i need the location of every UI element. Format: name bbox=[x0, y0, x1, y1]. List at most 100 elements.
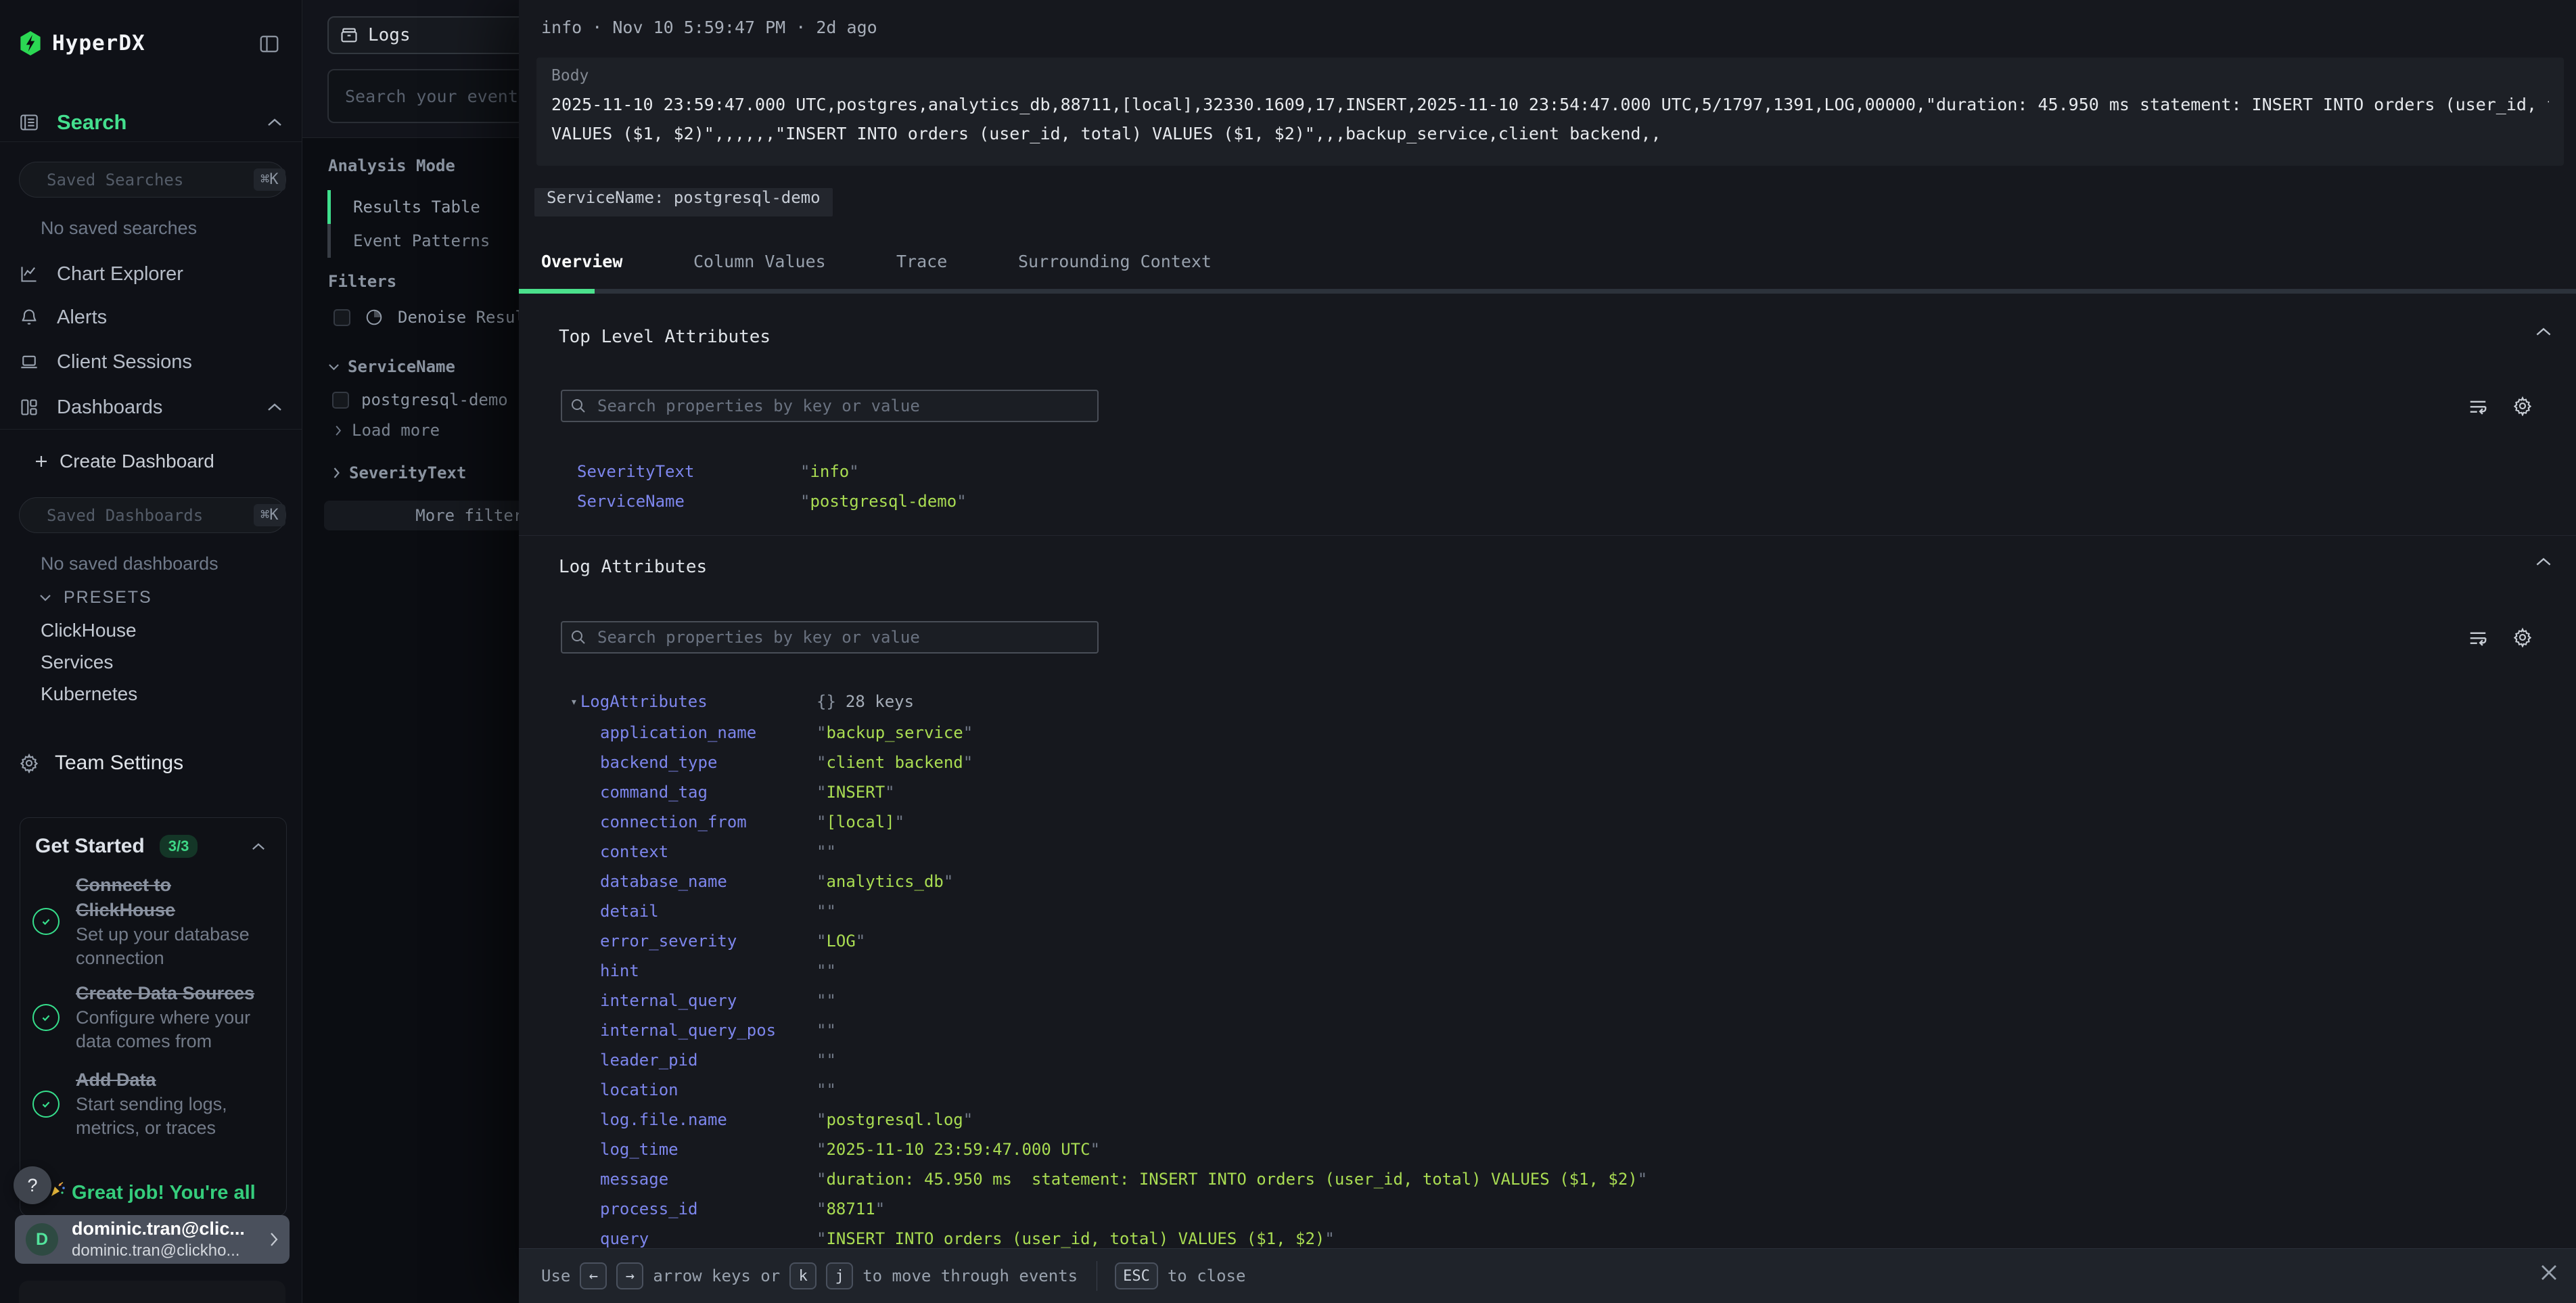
gear-icon[interactable] bbox=[2512, 627, 2533, 647]
sidebar: HyperDX Search ⌘K bbox=[0, 0, 302, 1303]
attribute-key: application_name bbox=[600, 723, 816, 742]
attribute-key: connection_from bbox=[600, 813, 816, 831]
saved-dashboards-button[interactable]: ⌘K bbox=[19, 497, 286, 533]
team-settings-button[interactable]: Team Settings bbox=[19, 750, 183, 777]
log-attributes-root-row[interactable]: ▾ LogAttributes {} 28 keys bbox=[519, 687, 2007, 716]
arrow-left-key[interactable]: ← bbox=[580, 1262, 607, 1289]
attribute-value: "INSERT" bbox=[816, 783, 895, 802]
attribute-row[interactable]: location"" bbox=[519, 1075, 2007, 1105]
attribute-row[interactable]: backend_type"client backend" bbox=[519, 748, 2007, 777]
chevron-up-icon[interactable] bbox=[267, 403, 282, 412]
collapse-triangle-icon[interactable]: ▾ bbox=[570, 695, 578, 709]
log-attributes-search-input[interactable] bbox=[561, 621, 1099, 654]
logo-text: HyperDX bbox=[52, 31, 145, 55]
attribute-value: "" bbox=[816, 1080, 836, 1099]
preset-clickhouse[interactable]: ClickHouse bbox=[41, 619, 137, 642]
search-section-label: Search bbox=[57, 110, 127, 135]
tab-column-values[interactable]: Column Values bbox=[693, 252, 826, 271]
attribute-value: "[local]" bbox=[816, 813, 904, 831]
saved-dashboards-input[interactable] bbox=[47, 506, 254, 525]
attribute-key: log_time bbox=[600, 1140, 816, 1159]
create-dashboard-button[interactable]: Create Dashboard bbox=[34, 450, 214, 473]
attribute-value: "analytics_db" bbox=[816, 872, 953, 891]
event-body-box[interactable]: Body 2025-11-10 23:59:47.000 UTC,postgre… bbox=[536, 58, 2564, 166]
attribute-row[interactable]: hint"" bbox=[519, 956, 2007, 986]
tab-trace[interactable]: Trace bbox=[896, 252, 947, 271]
preset-services[interactable]: Services bbox=[41, 651, 113, 674]
attribute-row[interactable]: SeverityText "info" bbox=[519, 457, 2007, 486]
saved-searches-input[interactable] bbox=[47, 170, 254, 189]
attribute-row[interactable]: context"" bbox=[519, 837, 2007, 867]
k-key[interactable]: k bbox=[789, 1262, 816, 1289]
wrap-lines-icon[interactable] bbox=[2468, 627, 2488, 647]
attribute-row[interactable]: connection_from"[local]" bbox=[519, 807, 2007, 837]
arrow-right-key[interactable]: → bbox=[616, 1262, 643, 1289]
sidebar-item-client-sessions[interactable]: Client Sessions bbox=[20, 349, 282, 375]
footer-text: arrow keys or bbox=[653, 1266, 780, 1285]
chevron-up-icon[interactable] bbox=[267, 118, 282, 127]
top-attributes-search-input[interactable] bbox=[561, 390, 1099, 422]
sidebar-item-chart-explorer[interactable]: Chart Explorer bbox=[20, 261, 282, 287]
servicename-group-toggle[interactable]: ServiceName bbox=[328, 357, 455, 376]
get-started-item[interactable]: Connect to ClickHouse Set up your databa… bbox=[32, 873, 275, 970]
saved-searches-button[interactable]: ⌘K bbox=[19, 162, 286, 198]
close-icon[interactable] bbox=[2539, 1262, 2559, 1283]
attribute-row[interactable]: internal_query"" bbox=[519, 986, 2007, 1015]
attribute-row[interactable]: application_name"backup_service" bbox=[519, 718, 2007, 748]
attribute-key: backend_type bbox=[600, 753, 816, 772]
tab-overview[interactable]: Overview bbox=[541, 252, 622, 271]
sidebar-item-label: Chart Explorer bbox=[57, 263, 183, 285]
attribute-row[interactable]: database_name"analytics_db" bbox=[519, 867, 2007, 896]
load-more-button[interactable]: Load more bbox=[334, 421, 440, 440]
gear-icon[interactable] bbox=[2512, 396, 2533, 416]
j-key[interactable]: j bbox=[826, 1262, 853, 1289]
sidebar-item-label: Alerts bbox=[57, 306, 107, 329]
preset-kubernetes[interactable]: Kubernetes bbox=[41, 683, 137, 706]
dashboards-icon bbox=[20, 398, 39, 417]
attribute-row[interactable]: process_id"88711" bbox=[519, 1194, 2007, 1224]
wrap-lines-icon[interactable] bbox=[2468, 396, 2488, 416]
chevron-up-icon[interactable] bbox=[252, 842, 265, 851]
attribute-row[interactable]: message"duration: 45.950 ms statement: I… bbox=[519, 1164, 2007, 1194]
attribute-row[interactable]: error_severity"LOG" bbox=[519, 926, 2007, 956]
attribute-row[interactable]: log_time"2025-11-10 23:59:47.000 UTC" bbox=[519, 1135, 2007, 1164]
attribute-key: error_severity bbox=[600, 932, 816, 951]
active-mode-indicator bbox=[327, 190, 331, 224]
sidebar-item-alerts[interactable]: Alerts bbox=[20, 304, 282, 330]
sidebar-collapse-icon[interactable] bbox=[260, 35, 279, 53]
presets-toggle[interactable]: PRESETS bbox=[39, 587, 152, 608]
user-menu[interactable]: D dominic.tran@clic... dominic.tran@clic… bbox=[15, 1215, 290, 1264]
attribute-row[interactable]: detail"" bbox=[519, 896, 2007, 926]
get-started-item[interactable]: Add Data Start sending logs, metrics, or… bbox=[32, 1068, 275, 1140]
severitytext-group-toggle[interactable]: SeverityText bbox=[332, 463, 466, 482]
attribute-key: hint bbox=[600, 961, 816, 980]
chevron-up-icon[interactable] bbox=[2535, 327, 2552, 337]
get-started-item[interactable]: Create Data Sources Configure where your… bbox=[32, 981, 275, 1053]
attribute-row[interactable]: leader_pid"" bbox=[519, 1045, 2007, 1075]
chevron-up-icon[interactable] bbox=[2535, 557, 2552, 567]
avatar-initial: D bbox=[36, 1230, 48, 1250]
get-started-header[interactable]: Get Started 3/3 bbox=[35, 835, 272, 858]
bottom-panel-stub bbox=[19, 1281, 285, 1303]
attribute-row[interactable]: ServiceName "postgresql-demo" bbox=[519, 486, 2007, 516]
denoise-checkbox[interactable] bbox=[334, 309, 350, 326]
tab-surrounding-context[interactable]: Surrounding Context bbox=[1018, 252, 1212, 271]
get-started-item-desc: Configure where your data comes from bbox=[76, 1006, 275, 1053]
mode-event-patterns[interactable]: Event Patterns bbox=[327, 224, 517, 258]
attribute-key: context bbox=[600, 842, 816, 861]
attribute-key: query bbox=[600, 1229, 816, 1248]
attribute-row[interactable]: internal_query_pos"" bbox=[519, 1015, 2007, 1045]
logs-source-icon bbox=[340, 26, 359, 45]
sidebar-item-search[interactable]: Search bbox=[20, 110, 282, 135]
sidebar-item-dashboards[interactable]: Dashboards bbox=[20, 394, 282, 420]
service-name-tag[interactable]: ServiceName: postgresql-demo bbox=[534, 188, 833, 216]
esc-key[interactable]: ESC bbox=[1115, 1262, 1158, 1289]
help-button[interactable]: ? bbox=[14, 1166, 51, 1204]
filter-group-label: SeverityText bbox=[349, 463, 466, 482]
attribute-row[interactable]: command_tag"INSERT" bbox=[519, 777, 2007, 807]
mode-results-table[interactable]: Results Table bbox=[327, 190, 517, 224]
top-level-attributes-heading: Top Level Attributes bbox=[559, 327, 770, 347]
attribute-row[interactable]: log.file.name"postgresql.log" bbox=[519, 1105, 2007, 1135]
service-filter-label[interactable]: postgresql-demo bbox=[361, 390, 508, 409]
postgresql-demo-checkbox[interactable] bbox=[332, 392, 349, 409]
